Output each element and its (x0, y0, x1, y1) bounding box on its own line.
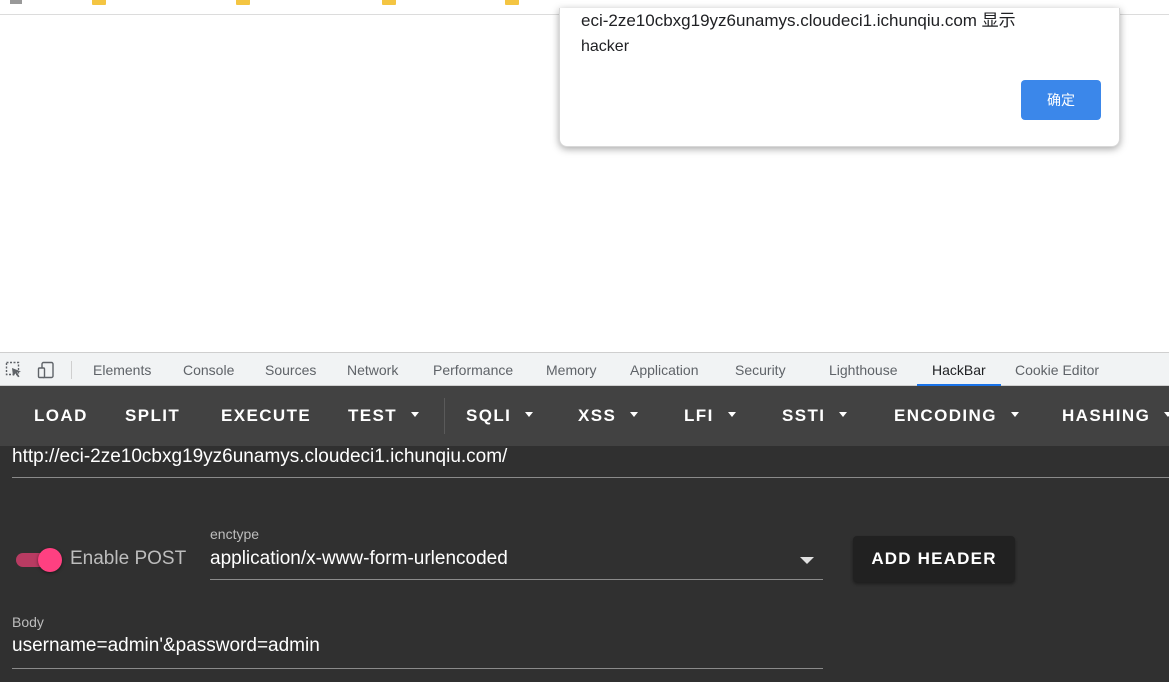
sqli-menu-button[interactable]: SQLI (466, 386, 534, 446)
bookmark-icon[interactable] (10, 0, 22, 4)
toolbar-divider (71, 361, 72, 379)
tab-memory[interactable]: Memory (546, 353, 597, 386)
chevron-down-icon (411, 412, 420, 418)
url-input[interactable]: http://eci-2ze10cbxg19yz6unamys.cloudeci… (12, 446, 507, 468)
bookmark-folder[interactable] (505, 0, 519, 6)
lfi-menu-label: LFI (684, 406, 714, 425)
encoding-menu-label: ENCODING (894, 406, 997, 425)
dropdown-arrow-icon[interactable] (800, 557, 814, 564)
toolbar-divider (444, 398, 445, 434)
dialog-title: eci-2ze10cbxg19yz6unamys.cloudeci1.ichun… (581, 11, 1016, 30)
enctype-select[interactable]: application/x-www-form-urlencoded (210, 548, 508, 570)
hashing-menu-label: HASHING (1062, 406, 1151, 425)
page-content: eci-2ze10cbxg19yz6unamys.cloudeci1.ichun… (0, 8, 1169, 352)
sqli-menu-label: SQLI (466, 406, 512, 425)
load-button[interactable]: LOAD (34, 386, 88, 446)
inspect-element-icon[interactable] (5, 361, 23, 379)
body-label: Body (12, 614, 44, 630)
chevron-down-icon (727, 412, 736, 418)
tab-console[interactable]: Console (183, 353, 234, 386)
hackbar-toolbar: LOAD SPLIT EXECUTE TEST SQLI XSS LFI SST… (0, 386, 1169, 446)
chevron-down-icon (1010, 412, 1019, 418)
tab-performance[interactable]: Performance (433, 353, 513, 386)
split-button[interactable]: SPLIT (125, 386, 180, 446)
add-header-button[interactable]: ADD HEADER (853, 536, 1015, 582)
xss-menu-button[interactable]: XSS (578, 386, 639, 446)
dialog-message: hacker (581, 38, 630, 55)
tab-elements[interactable]: Elements (93, 353, 151, 386)
chevron-down-icon (630, 412, 639, 418)
encoding-menu-button[interactable]: ENCODING (894, 386, 1019, 446)
load-button-label: LOAD (34, 406, 88, 425)
hackbar-panel: http://eci-2ze10cbxg19yz6unamys.cloudeci… (0, 446, 1169, 682)
execute-button[interactable]: EXECUTE (221, 386, 311, 446)
enable-post-toggle[interactable] (14, 548, 64, 572)
tab-cookie-editor[interactable]: Cookie Editor (1015, 353, 1099, 386)
execute-button-label: EXECUTE (221, 406, 312, 425)
folder-icon (382, 0, 396, 5)
hashing-menu-button[interactable]: HASHING (1062, 386, 1169, 446)
ssti-menu-button[interactable]: SSTI (782, 386, 848, 446)
body-input[interactable]: username=admin'&password=admin (12, 635, 320, 657)
tab-security[interactable]: Security (735, 353, 786, 386)
xss-menu-label: XSS (578, 406, 617, 425)
ok-button[interactable]: 确定 (1021, 80, 1101, 120)
bookmark-folder[interactable] (236, 0, 250, 6)
bookmark-folder[interactable] (382, 0, 396, 6)
tab-hackbar[interactable]: HackBar (932, 353, 986, 386)
tab-sources[interactable]: Sources (265, 353, 316, 386)
devtools-tab-bar: Elements Console Sources Network Perform… (0, 352, 1169, 386)
enctype-label: enctype (210, 526, 260, 542)
test-menu-button[interactable]: TEST (348, 386, 420, 446)
body-input-underline (12, 668, 823, 669)
chevron-down-icon (525, 412, 534, 418)
alert-dialog: eci-2ze10cbxg19yz6unamys.cloudeci1.ichun… (559, 8, 1120, 147)
test-menu-label: TEST (348, 406, 398, 425)
folder-icon (92, 0, 106, 5)
ssti-menu-label: SSTI (782, 406, 826, 425)
tab-lighthouse[interactable]: Lighthouse (829, 353, 898, 386)
browser-window: eci-2ze10cbxg19yz6unamys.cloudeci1.ichun… (0, 0, 1169, 682)
toggle-thumb (38, 548, 62, 572)
tab-application[interactable]: Application (630, 353, 699, 386)
split-button-label: SPLIT (125, 406, 181, 425)
enable-post-label: Enable POST (70, 548, 187, 569)
chevron-down-icon (839, 412, 848, 418)
folder-icon (236, 0, 250, 5)
enctype-underline (210, 579, 823, 580)
url-input-underline (12, 477, 1169, 478)
device-toolbar-icon[interactable] (37, 361, 55, 379)
lfi-menu-button[interactable]: LFI (684, 386, 736, 446)
folder-icon (505, 0, 519, 5)
tab-network[interactable]: Network (347, 353, 398, 386)
chevron-down-icon (1164, 412, 1169, 418)
bookmark-folder[interactable] (92, 0, 106, 6)
